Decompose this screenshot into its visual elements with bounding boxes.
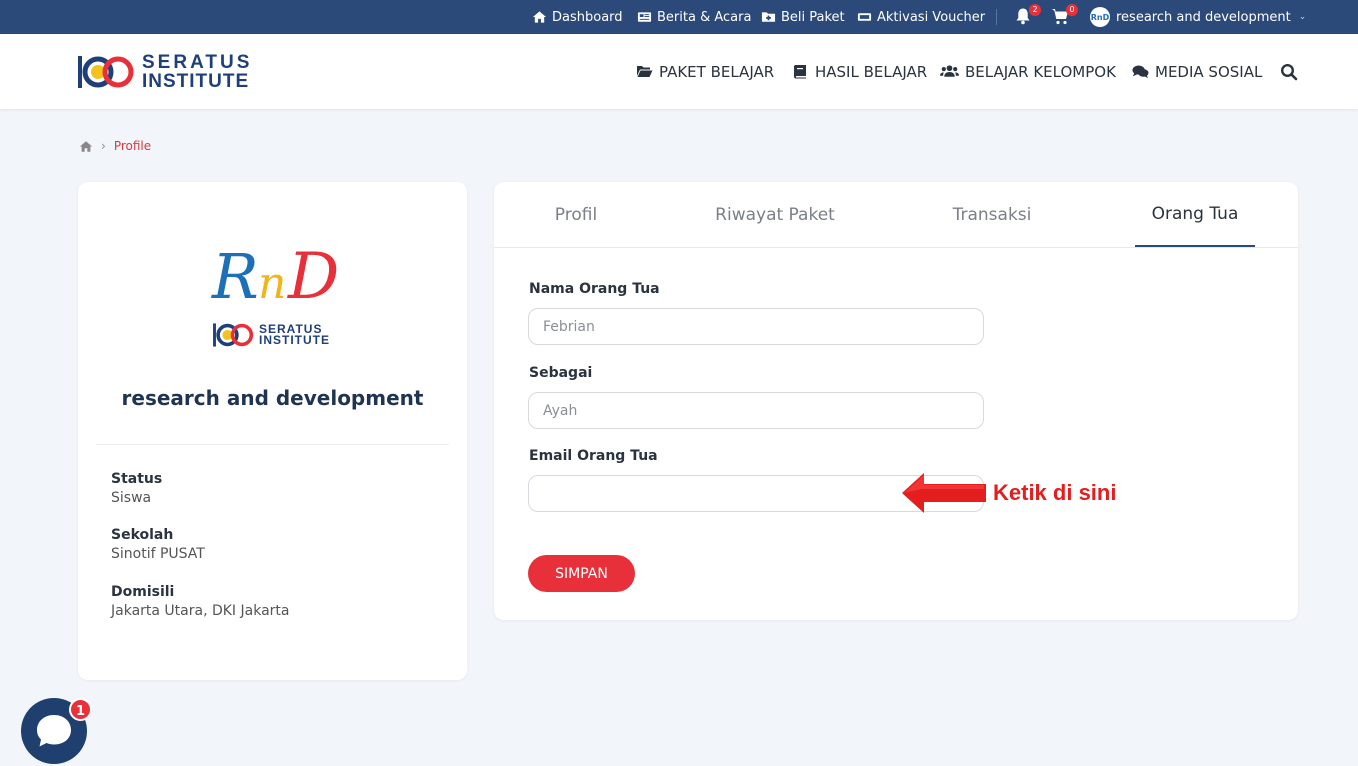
main-header: SERATUS INSTITUTE PAKET BELAJAR HASIL BE… — [0, 34, 1358, 109]
topbar-link-label: Beli Paket — [781, 9, 845, 25]
cart-badge: 0 — [1066, 4, 1078, 16]
info-value: Jakarta Utara, DKI Jakarta — [111, 603, 290, 619]
notifications-button[interactable]: 2 — [1014, 4, 1041, 27]
parent-name-label: Nama Orang Tua — [529, 281, 660, 297]
book-icon — [794, 65, 806, 79]
rnd-logo: R n D — [211, 240, 338, 314]
nav-label: PAKET BELAJAR — [659, 62, 775, 81]
topbar-link-label: Berita & Acara — [657, 9, 752, 25]
seratus-logo[interactable]: SERATUS INSTITUTE — [78, 52, 252, 92]
topbar-divider — [996, 9, 997, 25]
folder-open-icon — [637, 66, 653, 77]
profile-name: research and development — [121, 386, 424, 410]
logo-text: SERATUS INSTITUTE — [142, 52, 253, 92]
svg-text:n: n — [258, 258, 286, 309]
notifications-badge: 2 — [1029, 4, 1041, 16]
chat-bubble-icon — [37, 715, 71, 747]
seratus-sub-logo: SERATUS INSTITUTE — [213, 322, 330, 348]
rnd-logo-r: R — [211, 240, 259, 313]
topbar-link-label: Dashboard — [552, 9, 623, 25]
relation-label: Sebagai — [529, 365, 593, 381]
topbar-link-berita[interactable]: Berita & Acara — [637, 0, 751, 34]
profile-tabs: Profil Riwayat Paket Transaksi Orang Tua — [494, 182, 1298, 248]
tab-orang-tua[interactable]: Orang Tua — [1135, 182, 1255, 247]
info-label: Sekolah — [111, 527, 174, 543]
nav-belajar-kelompok[interactable]: BELAJAR KELOMPOK — [940, 34, 1116, 109]
parent-form-card: Profil Riwayat Paket Transaksi Orang Tua… — [494, 182, 1298, 620]
top-bar: Dashboard Berita & Acara Beli Paket Akti… — [0, 0, 1358, 34]
nav-media-sosial[interactable]: MEDIA SOSIAL — [1132, 34, 1262, 109]
chat-badge: 1 — [69, 698, 92, 721]
folder-plus-icon — [761, 12, 776, 22]
breadcrumb: › Profile — [79, 138, 151, 154]
user-menu[interactable]: RnD research and development ⌄ — [1090, 0, 1306, 34]
search-icon — [1280, 63, 1298, 81]
newspaper-icon — [637, 12, 652, 22]
search-button[interactable] — [1280, 63, 1298, 81]
annotation-text: Ketik di sini — [993, 480, 1117, 505]
info-domisili: Domisili Jakarta Utara, DKI Jakarta — [111, 584, 290, 619]
breadcrumb-current: Profile — [113, 139, 152, 153]
breadcrumb-separator: › — [101, 139, 106, 153]
nav-hasil-belajar[interactable]: HASIL BELAJAR — [792, 34, 927, 109]
cart-button[interactable]: 0 — [1051, 4, 1078, 27]
tab-transaksi[interactable]: Transaksi — [940, 182, 1044, 248]
topbar-link-beli-paket[interactable]: Beli Paket — [761, 0, 845, 34]
ticket-icon — [857, 13, 872, 21]
nav-label: BELAJAR KELOMPOK — [965, 62, 1116, 81]
topbar-link-label: Aktivasi Voucher — [877, 9, 986, 25]
sub-logo-line2: INSTITUTE — [259, 333, 330, 347]
svg-text:D: D — [287, 240, 338, 314]
home-icon[interactable] — [79, 140, 93, 153]
nav-label: MEDIA SOSIAL — [1155, 62, 1263, 81]
annotation-arrow-icon — [902, 473, 986, 513]
parent-name-input[interactable] — [528, 308, 984, 345]
tab-riwayat-paket[interactable]: Riwayat Paket — [708, 182, 842, 248]
divider — [96, 444, 449, 445]
home-icon — [532, 11, 547, 23]
user-name: research and development — [1116, 9, 1291, 25]
chevron-down-icon: ⌄ — [1298, 12, 1307, 22]
topbar-link-aktivasi-voucher[interactable]: Aktivasi Voucher — [857, 0, 985, 34]
relation-input[interactable] — [528, 392, 984, 429]
info-label: Domisili — [111, 584, 175, 600]
seratus-rings-icon — [78, 56, 134, 88]
comments-icon — [1132, 65, 1149, 79]
nav-paket-belajar[interactable]: PAKET BELAJAR — [636, 34, 774, 109]
avatar: RnD — [1090, 7, 1110, 27]
nav-label: HASIL BELAJAR — [815, 62, 928, 81]
users-icon — [940, 65, 959, 77]
topbar-link-dashboard[interactable]: Dashboard — [532, 0, 623, 34]
seratus-rings-icon — [213, 323, 254, 347]
info-status: Status Siswa — [111, 471, 162, 506]
save-button[interactable]: SIMPAN — [528, 555, 635, 592]
profile-card: R n D SERATUS INSTITUTE research and dev… — [78, 182, 467, 680]
info-label: Status — [111, 471, 163, 487]
tab-profil[interactable]: Profil — [535, 182, 617, 248]
parent-email-label: Email Orang Tua — [529, 448, 658, 464]
info-value: Sinotif PUSAT — [111, 546, 205, 562]
info-sekolah: Sekolah Sinotif PUSAT — [111, 527, 205, 562]
info-value: Siswa — [111, 490, 152, 506]
